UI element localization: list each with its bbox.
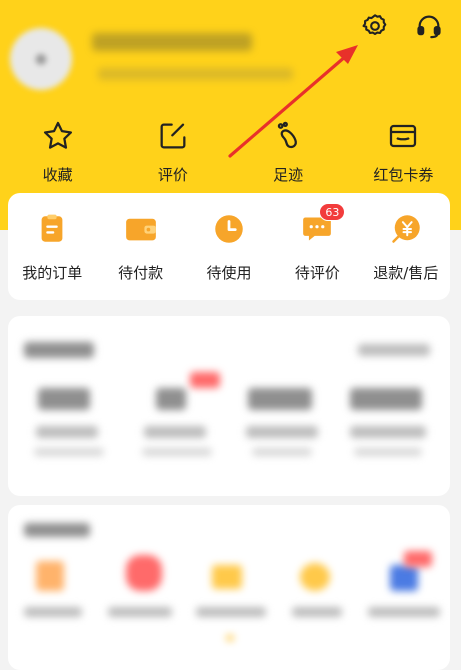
quick-links: 收藏 评价 足迹 红包卡券: [0, 118, 461, 185]
quick-link-label: 红包卡券: [373, 166, 434, 184]
unread-badge: 63: [319, 203, 346, 221]
blurred-tool-label: [292, 607, 342, 617]
blurred-badge: [190, 372, 220, 388]
customer-service-button[interactable]: [413, 10, 445, 42]
blurred-badge: [404, 551, 432, 567]
order-list-icon: [41, 214, 63, 242]
blurred-tool-icon: [36, 561, 64, 591]
wallet-icon: [390, 124, 417, 148]
quick-link-favorites[interactable]: 收藏: [0, 118, 115, 185]
blurred-sub: [354, 448, 422, 456]
quick-link-reviews[interactable]: 评价: [115, 118, 230, 185]
username-blurred: [92, 33, 252, 51]
footprint-icon: [277, 121, 297, 149]
orders-panel: 我的订单 待付款 待使用 63 待评价 退款/售后: [8, 193, 450, 300]
blurred-tool-label: [196, 607, 266, 617]
quick-link-label: 收藏: [42, 166, 73, 184]
gear-icon: [362, 14, 387, 35]
blurred-label: [144, 426, 206, 438]
order-label: 退款/售后: [373, 264, 439, 282]
order-label: 我的订单: [22, 264, 83, 282]
blurred-label: [246, 426, 318, 438]
refund-yen-icon: [392, 215, 420, 243]
blurred-sub: [142, 448, 212, 456]
blurred-title: [24, 342, 94, 358]
blurred-value: [350, 388, 422, 410]
blurred-tool-icon: [390, 565, 418, 591]
order-label: 待付款: [118, 264, 164, 282]
headset-icon: [417, 15, 441, 39]
order-all[interactable]: 我的订单: [8, 193, 96, 300]
edit-icon: [160, 123, 186, 149]
blurred-title: [24, 523, 90, 537]
blurred-value: [38, 388, 90, 410]
order-refund[interactable]: 退款/售后: [362, 193, 450, 300]
blurred-value: [156, 388, 186, 410]
blurred-tool-label: [108, 607, 172, 617]
order-label: 待评价: [294, 264, 340, 282]
blurred-label: [36, 426, 98, 438]
blurred-link: [358, 344, 430, 356]
blurred-label: [350, 426, 426, 438]
blurred-sub: [252, 448, 312, 456]
payment-wallet-icon: [125, 218, 156, 241]
blurred-tool-label: [368, 607, 440, 617]
quick-link-label: 足迹: [273, 166, 304, 184]
blurred-tool-icon: [212, 565, 242, 589]
blurred-value: [248, 388, 312, 410]
settings-button[interactable]: [359, 10, 391, 42]
user-subtitle-blurred: [98, 68, 293, 80]
avatar[interactable]: ●: [10, 28, 72, 90]
blurred-sub: [34, 448, 104, 456]
page-indicator: [226, 635, 234, 641]
quick-link-footprints[interactable]: 足迹: [231, 118, 346, 185]
top-actions: [359, 10, 445, 42]
order-pending-payment[interactable]: 待付款: [96, 193, 184, 300]
quick-link-coupons[interactable]: 红包卡券: [346, 118, 461, 185]
blurred-tool-icon: [300, 563, 330, 591]
order-label: 待使用: [206, 264, 252, 282]
assets-card-blurred: [8, 316, 450, 496]
blurred-tool-label: [24, 607, 82, 617]
order-to-use[interactable]: 待使用: [185, 193, 273, 300]
clock-icon: [215, 215, 243, 243]
order-to-review[interactable]: 63 待评价: [273, 193, 361, 300]
star-icon: [43, 121, 72, 149]
tools-card-blurred: [8, 505, 450, 670]
quick-link-label: 评价: [157, 166, 188, 184]
blurred-tool-icon: [126, 555, 162, 591]
